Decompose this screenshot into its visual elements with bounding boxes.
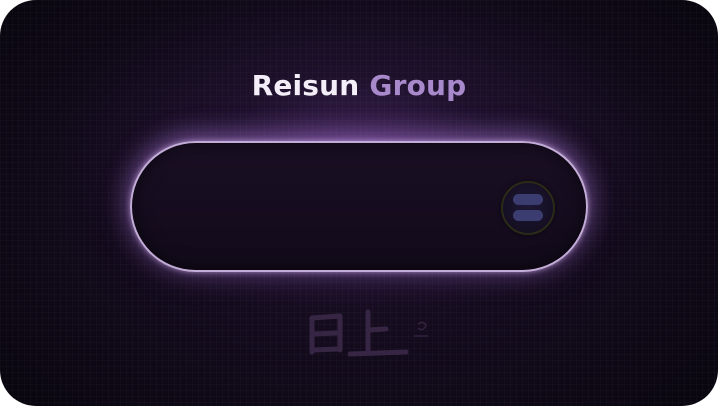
brand-title-primary: Reisun	[251, 69, 360, 102]
moon-face-icon	[513, 194, 543, 205]
brand-title: Reisun Group	[0, 66, 718, 106]
calligraphy-logo-icon	[309, 309, 428, 357]
toggle-knob[interactable]	[501, 181, 555, 235]
moon-face-icon-lower	[513, 210, 543, 221]
brand-title-accent: Group	[369, 69, 467, 102]
theme-toggle-switch[interactable]	[130, 141, 588, 272]
app-frame: Reisun Group	[0, 0, 718, 406]
